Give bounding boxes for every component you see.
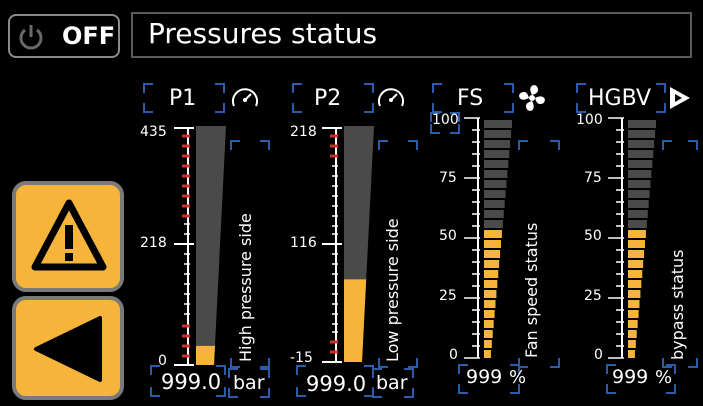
- gauge-unit: %: [655, 367, 673, 388]
- level-step: [628, 130, 656, 138]
- level-step: [484, 170, 508, 178]
- level-step: [484, 140, 511, 148]
- level-step: [484, 260, 500, 268]
- level-step: [484, 240, 501, 248]
- fan-icon: [519, 85, 545, 111]
- level-step: [628, 190, 650, 198]
- step-scale: [464, 117, 512, 359]
- level-step: [484, 210, 504, 218]
- level-step: [484, 300, 496, 308]
- level-step: [484, 310, 495, 318]
- gauge-side-label: bypass status: [668, 249, 687, 360]
- level-step: [628, 170, 652, 178]
- level-step: [628, 140, 655, 148]
- level-step: [484, 330, 493, 338]
- scale-label: 75: [584, 170, 602, 186]
- level-step: [484, 130, 512, 138]
- level-step: [484, 320, 494, 328]
- level-step: [484, 250, 501, 258]
- level-step: [484, 200, 505, 208]
- warning-icon: [31, 199, 107, 271]
- level-step: [484, 190, 506, 198]
- level-step: [628, 260, 644, 268]
- scale-label: 25: [439, 288, 457, 304]
- back-arrow-icon: [34, 316, 102, 382]
- play-arrow-icon: [670, 87, 690, 109]
- level-step: [484, 160, 509, 168]
- power-state-label: OFF: [62, 22, 116, 50]
- gauge-value: 999: [612, 366, 649, 388]
- level-step: [628, 340, 636, 348]
- pressure-scale: [174, 126, 226, 366]
- gauge-side-label: Fan speed status: [522, 222, 541, 358]
- scale-label: 75: [439, 170, 457, 186]
- scale-mid-label: 218: [140, 235, 167, 251]
- power-off-button[interactable]: OFF: [8, 14, 120, 58]
- level-step: [628, 210, 648, 218]
- scale-min-label: -15: [290, 350, 313, 366]
- level-step: [628, 350, 635, 358]
- warning-button[interactable]: [12, 181, 124, 292]
- level-step: [628, 220, 647, 228]
- level-step: [484, 150, 510, 158]
- gauge-title: P2: [314, 86, 342, 111]
- gauge-value: 999: [466, 366, 503, 388]
- power-icon: [19, 25, 43, 50]
- gauge-title: P1: [169, 86, 197, 111]
- level-step: [484, 340, 492, 348]
- level-step: [628, 200, 649, 208]
- back-button[interactable]: [12, 296, 124, 400]
- level-step: [628, 160, 653, 168]
- level-step: [628, 120, 656, 128]
- pressure-fill-bar: [196, 345, 215, 365]
- gauge-side-label: High pressure side: [236, 213, 255, 362]
- gauge-unit: bar: [376, 372, 408, 394]
- scale-label: 25: [584, 288, 602, 304]
- gauge-title: FS: [457, 86, 484, 111]
- scale-label: 50: [439, 228, 457, 244]
- scale-label: 50: [584, 228, 602, 244]
- gauge-value: 999.0: [306, 372, 367, 396]
- pressure-fill-bar: [344, 279, 367, 362]
- level-step: [628, 330, 637, 338]
- level-step: [628, 150, 654, 158]
- gauge-unit: %: [509, 367, 527, 388]
- gauge-side-label: Low pressure side: [383, 218, 402, 362]
- level-step: [484, 290, 497, 298]
- level-step: [628, 300, 640, 308]
- level-step: [484, 230, 502, 238]
- level-step: [484, 350, 491, 358]
- level-step: [628, 270, 643, 278]
- level-step: [484, 220, 503, 228]
- step-scale: [608, 117, 656, 359]
- page-title: Pressures status: [148, 17, 378, 50]
- scale-label: 100: [576, 112, 603, 128]
- level-step: [628, 180, 651, 188]
- gauge-icon: [378, 88, 404, 107]
- level-step: [484, 180, 507, 188]
- level-step: [628, 250, 645, 258]
- level-step: [484, 280, 498, 288]
- scale-mid-label: 116: [290, 235, 317, 251]
- scale-max-label: 218: [290, 124, 317, 140]
- level-step: [484, 120, 512, 128]
- level-step: [628, 230, 646, 238]
- level-step: [484, 270, 499, 278]
- level-step: [628, 310, 639, 318]
- gauge-icon: [232, 88, 258, 107]
- level-step: [628, 290, 641, 298]
- scale-label: 0: [449, 347, 458, 363]
- scale-max-label: 435: [140, 124, 167, 140]
- scale-label: 100: [432, 112, 459, 128]
- level-step: [628, 320, 638, 328]
- pressure-scale: [322, 126, 374, 363]
- gauge-unit: bar: [233, 372, 265, 394]
- gauge-value: 999.0: [161, 370, 222, 394]
- level-step: [628, 280, 642, 288]
- level-step: [628, 240, 645, 248]
- gauge-title: HGBV: [588, 86, 652, 111]
